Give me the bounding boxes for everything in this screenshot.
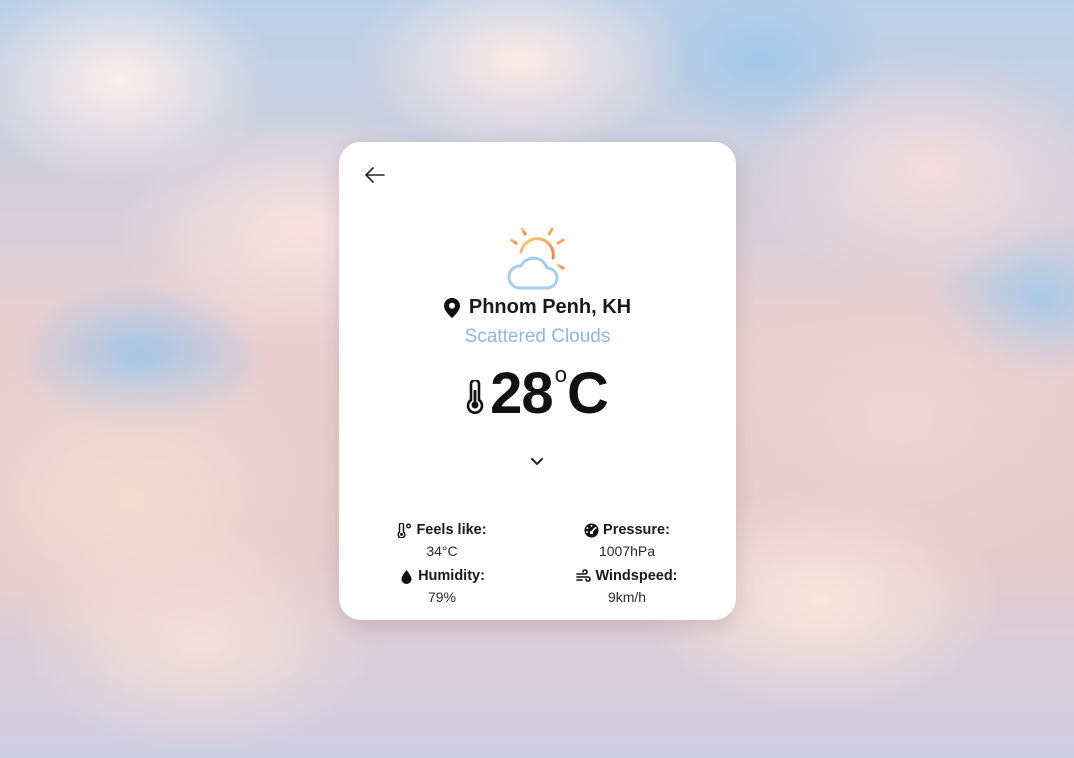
location-name: Phnom Penh, KH [468,296,632,318]
windspeed-stat: Windspeed: 9km/h [537,566,717,605]
feels-like-value: 34°C [426,543,458,559]
temperature-unit: C [566,360,609,426]
temperature-display: 28 o C [339,360,736,426]
location-pin-icon [443,297,460,318]
chevron-down-icon[interactable] [529,454,545,468]
gauge-icon [584,523,599,538]
humidity-label: Humidity: [418,568,485,584]
feels-like-label: Feels like: [416,522,487,538]
weather-description: Scattered Clouds [464,326,611,347]
temperature-value: 28 [490,360,554,426]
degree-symbol: o [554,362,567,387]
pressure-stat: Pressure: 1007hPa [537,520,717,559]
humidity-stat: Humidity: 79% [352,566,532,605]
droplet-icon [399,569,414,584]
windspeed-value: 9km/h [607,589,647,605]
partly-cloudy-sun-icon [501,222,573,294]
humidity-value: 79% [427,589,457,605]
thermometer-icon [466,378,484,414]
pressure-label: Pressure: [603,522,670,538]
thermometer-degree-icon [397,521,412,539]
back-arrow-icon[interactable] [363,164,387,186]
pressure-value: 1007hPa [598,543,656,559]
wind-icon [576,568,592,584]
location-row: Phnom Penh, KH [339,296,736,319]
windspeed-label: Windspeed: [595,568,678,584]
weather-card: Phnom Penh, KH Scattered Clouds 28 o C F… [339,142,736,620]
feels-like-stat: Feels like: 34°C [352,520,532,559]
